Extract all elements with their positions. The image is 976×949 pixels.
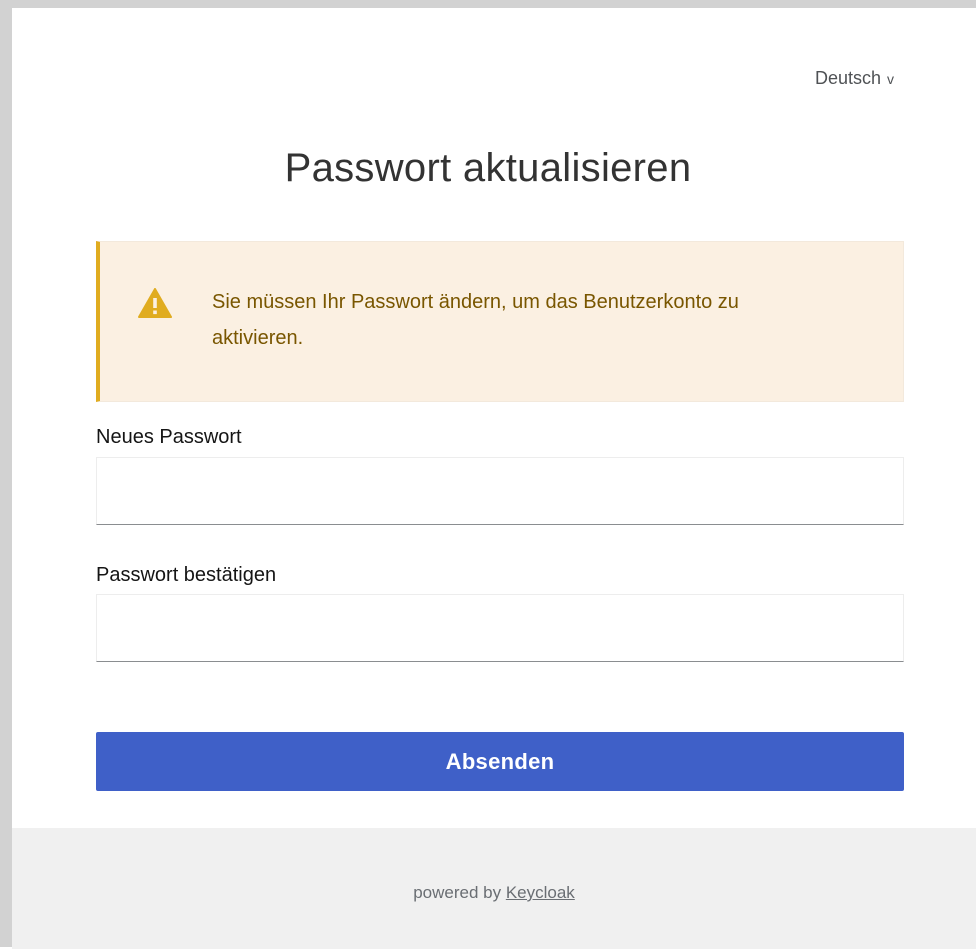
footer: powered by Keycloak (12, 828, 976, 949)
confirm-password-label: Passwort bestätigen (96, 564, 277, 586)
powered-by-text: powered by Keycloak (12, 883, 976, 903)
keycloak-link[interactable]: Keycloak (506, 883, 575, 902)
confirm-password-field[interactable] (96, 594, 904, 662)
new-password-label: Neues Passwort (96, 426, 242, 448)
new-password-field[interactable] (96, 457, 904, 525)
warning-triangle-icon (138, 288, 172, 318)
alert-message: Sie müssen Ihr Passwort ändern, um das B… (212, 291, 739, 349)
language-switcher[interactable]: Deutsch v (815, 68, 894, 89)
submit-button[interactable]: Absenden (96, 732, 904, 791)
login-card: Deutsch v Passwort aktualisieren Sie müs… (12, 8, 976, 949)
chevron-down-icon: v (887, 70, 894, 87)
language-label: Deutsch (814, 68, 881, 88)
page-title: Passwort aktualisieren (284, 146, 692, 190)
warning-alert: Sie müssen Ihr Passwort ändern, um das B… (96, 241, 904, 402)
powered-by-label: powered by (413, 883, 502, 902)
